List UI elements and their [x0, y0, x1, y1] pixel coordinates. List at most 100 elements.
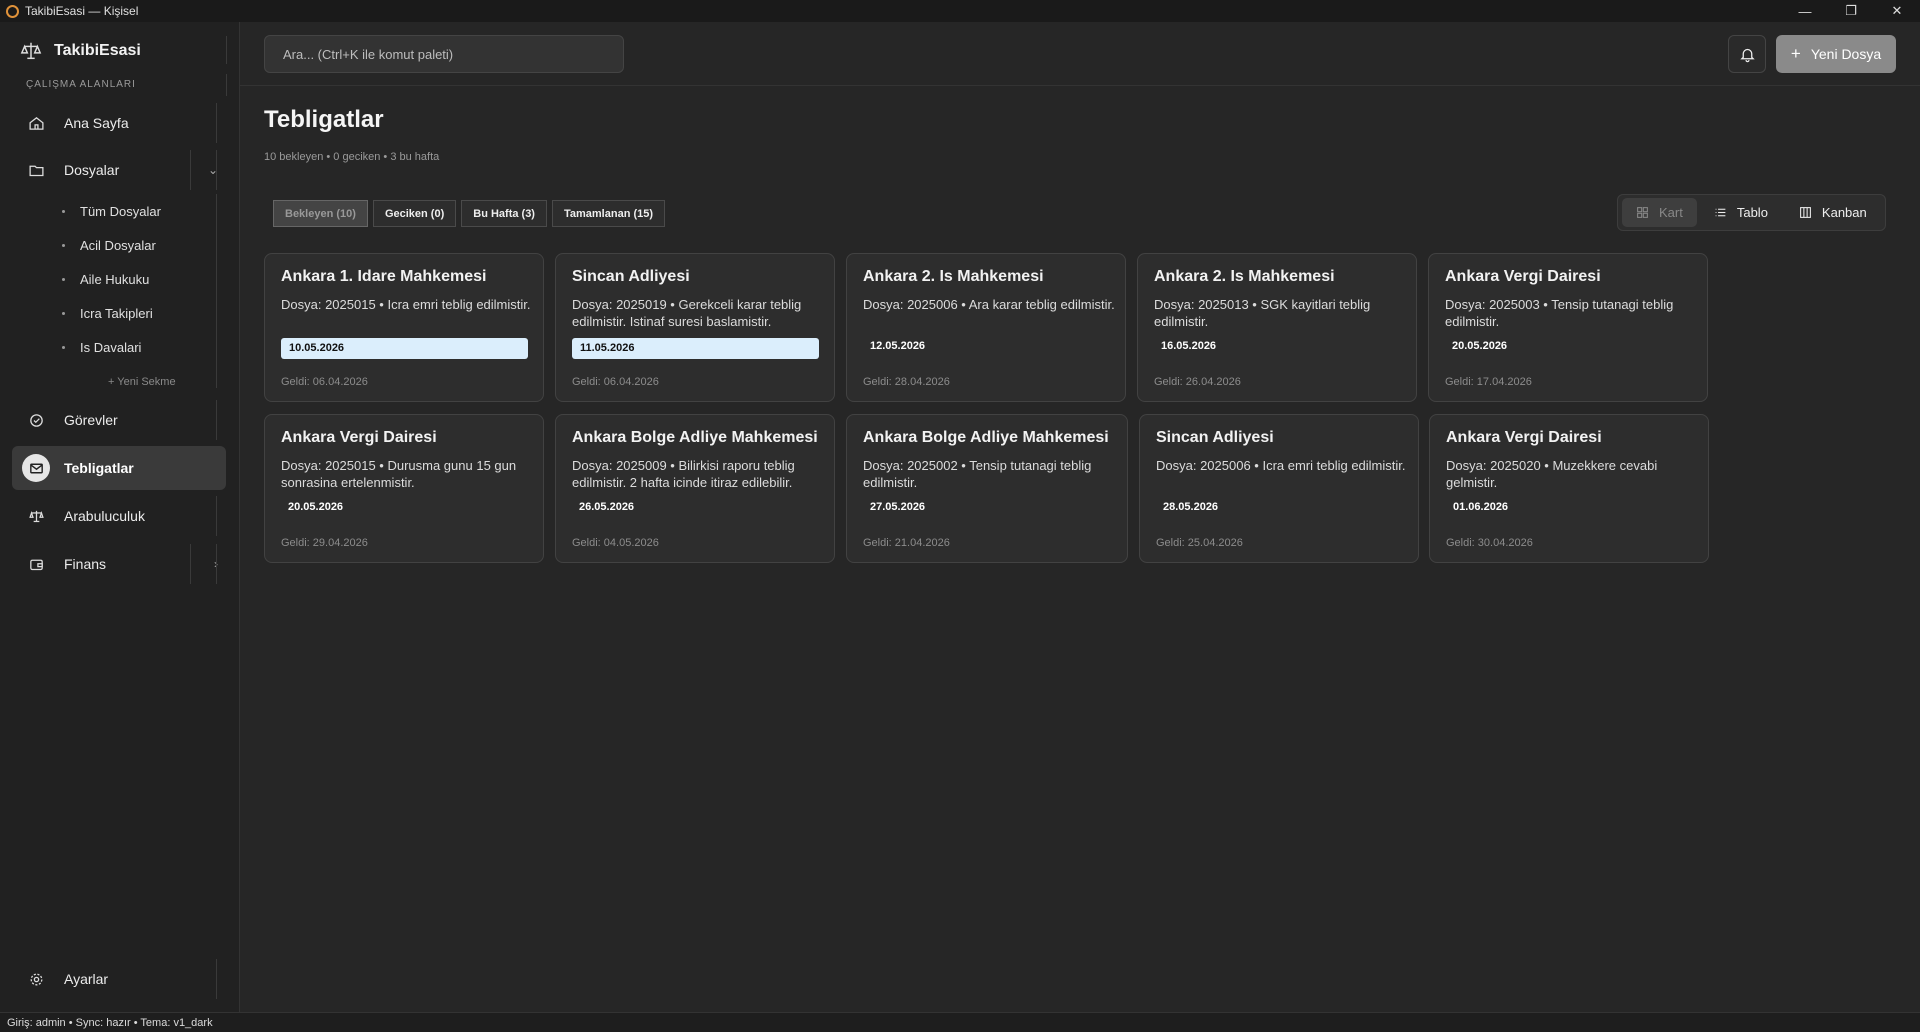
sidebar-item-label: Ana Sayfa	[64, 115, 129, 131]
status-bar: Giriş: admin • Sync: hazır • Tema: v1_da…	[0, 1012, 1920, 1032]
filter-bu-hafta[interactable]: Bu Hafta (3)	[461, 200, 547, 227]
page-title: Tebligatlar	[264, 106, 384, 133]
card-title: Ankara Bolge Adliye Mahkemesi	[572, 429, 818, 446]
notice-card[interactable]: Ankara Vergi Dairesi Dosya: 2025003 • Te…	[1428, 253, 1708, 402]
sidebar-subitem-is-davalari[interactable]: Is Davalari	[62, 332, 141, 362]
new-tab-button[interactable]: + Yeni Sekme	[108, 376, 176, 388]
notice-card[interactable]: Sincan Adliyesi Dosya: 2025006 • Icra em…	[1139, 414, 1419, 563]
filter-geciken[interactable]: Geciken (0)	[372, 200, 457, 227]
card-received: Geldi: 04.05.2026	[572, 537, 659, 549]
card-received: Geldi: 06.04.2026	[281, 376, 368, 388]
card-description: Dosya: 2025020 • Muzekkere cevabi gelmis…	[1446, 458, 1658, 490]
card-due-date: 26.05.2026	[579, 501, 635, 513]
notice-card[interactable]: Ankara 2. Is Mahkemesi Dosya: 2025013 • …	[1137, 253, 1417, 402]
sidebar-item-label: Arabuluculuk	[64, 508, 145, 524]
search-input[interactable]: Ara... (Ctrl+K ile komut paleti)	[264, 35, 624, 73]
close-button[interactable]: ✕	[1874, 0, 1920, 22]
card-description: Dosya: 2025002 • Tensip tutanagi teblig …	[863, 458, 1092, 490]
card-received: Geldi: 21.04.2026	[863, 537, 950, 549]
section-label: ÇALIŞMA ALANLARI	[26, 79, 136, 90]
sidebar-item-tebligatlar[interactable]: Tebligatlar	[12, 446, 226, 490]
bell-icon	[1739, 48, 1755, 62]
card-description: Dosya: 2025006 • Ara karar teblig edilmi…	[863, 297, 1115, 312]
card-due-date: 20.05.2026	[1452, 340, 1508, 352]
sidebar-item-label: Tebligatlar	[64, 460, 134, 476]
card-description: Dosya: 2025015 • Durusma gunu 15 gun son…	[281, 458, 517, 490]
card-title: Ankara Vergi Dairesi	[281, 429, 437, 446]
filter-bekleyen[interactable]: Bekleyen (10)	[273, 200, 368, 227]
card-description: Dosya: 2025006 • Icra emri teblig edilmi…	[1156, 458, 1406, 473]
card-title: Ankara Vergi Dairesi	[1445, 268, 1601, 285]
notice-card[interactable]: Ankara 1. Idare Mahkemesi Dosya: 2025015…	[264, 253, 544, 402]
card-due-date: 11.05.2026	[572, 338, 819, 359]
card-description: Dosya: 2025009 • Bilirkisi raporu teblig…	[572, 458, 795, 490]
card-due-date: 28.05.2026	[1163, 501, 1219, 513]
gear-icon	[26, 969, 46, 989]
window-title: TakibiEsasi — Kişisel	[25, 4, 139, 18]
sidebar-subitem-icra-takipleri[interactable]: Icra Takipleri	[62, 298, 153, 328]
sidebar-item-dosyalar[interactable]: Dosyalar ⌄	[12, 148, 226, 192]
sidebar-item-label: Görevler	[64, 412, 118, 428]
sidebar-item-label: Finans	[64, 556, 107, 572]
card-description: Dosya: 2025015 • Icra emri teblig edilmi…	[281, 297, 531, 312]
sidebar-item-ana-sayfa[interactable]: Ana Sayfa	[12, 101, 226, 145]
grid-icon	[1637, 207, 1648, 218]
notice-card[interactable]: Ankara Vergi Dairesi Dosya: 2025015 • Du…	[264, 414, 544, 563]
card-title: Sincan Adliyesi	[1156, 429, 1274, 446]
view-tablo[interactable]: Tablo	[1700, 198, 1782, 227]
folder-icon	[26, 160, 46, 180]
card-due-date: 10.05.2026	[281, 338, 528, 359]
card-received: Geldi: 26.04.2026	[1154, 376, 1241, 388]
card-description: Dosya: 2025003 • Tensip tutanagi teblig …	[1445, 297, 1674, 329]
sidebar-subitem-aile-hukuku[interactable]: Aile Hukuku	[62, 264, 149, 294]
card-due-date: 20.05.2026	[288, 501, 344, 513]
card-description: Dosya: 2025019 • Gerekceli karar teblig …	[572, 297, 802, 329]
sidebar-item-arabuluculuk[interactable]: Arabuluculuk	[12, 494, 226, 538]
topbar: Ara... (Ctrl+K ile komut paleti) + Yeni …	[240, 22, 1920, 86]
sidebar-item-ayarlar[interactable]: Ayarlar	[12, 957, 226, 1001]
card-due-date: 01.06.2026	[1453, 501, 1509, 513]
plus-icon: +	[1790, 44, 1801, 63]
minimize-button[interactable]: —	[1782, 0, 1828, 22]
card-received: Geldi: 30.04.2026	[1446, 537, 1533, 549]
notice-card[interactable]: Ankara Bolge Adliye Mahkemesi Dosya: 202…	[846, 414, 1128, 563]
sidebar-item-finans[interactable]: Finans ›	[12, 542, 226, 586]
notice-card[interactable]: Ankara Vergi Dairesi Dosya: 2025020 • Mu…	[1429, 414, 1709, 563]
new-file-button[interactable]: + Yeni Dosya	[1776, 35, 1896, 73]
restore-button[interactable]: ❐	[1828, 0, 1874, 22]
view-kart[interactable]: Kart	[1622, 198, 1697, 227]
notifications-button[interactable]	[1728, 35, 1766, 73]
card-description: Dosya: 2025013 • SGK kayitlari teblig ed…	[1154, 297, 1371, 329]
app-icon	[6, 4, 19, 18]
brand[interactable]: TakibiEsasi	[20, 40, 141, 62]
check-circle-icon	[26, 410, 46, 430]
columns-icon	[1800, 207, 1811, 218]
sidebar-subitem-acil-dosyalar[interactable]: Acil Dosyalar	[62, 230, 156, 260]
card-title: Ankara 1. Idare Mahkemesi	[281, 268, 487, 285]
card-title: Ankara Bolge Adliye Mahkemesi	[863, 429, 1109, 446]
card-title: Ankara 2. Is Mahkemesi	[1154, 268, 1335, 285]
page-subtitle: 10 bekleyen • 0 geciken • 3 bu hafta	[264, 151, 440, 163]
sidebar-item-label: Dosyalar	[64, 162, 120, 178]
card-due-date: 16.05.2026	[1161, 340, 1217, 352]
card-title: Ankara 2. Is Mahkemesi	[863, 268, 1044, 285]
filter-tabs: Bekleyen (10) Geciken (0) Bu Hafta (3) T…	[273, 200, 666, 227]
brand-name: TakibiEsasi	[54, 42, 141, 59]
mail-icon	[22, 454, 50, 482]
view-switcher: Kart Tablo Kanban	[1617, 194, 1886, 231]
sidebar: TakibiEsasi ÇALIŞMA ALANLARI Ana Sayfa D…	[0, 22, 240, 1012]
sidebar-subitem-tum-dosyalar[interactable]: Tüm Dosyalar	[62, 196, 161, 226]
view-kanban[interactable]: Kanban	[1785, 198, 1881, 227]
window-titlebar: TakibiEsasi — Kişisel — ❐ ✕	[0, 0, 1920, 22]
sidebar-item-gorevler[interactable]: Görevler	[12, 398, 226, 442]
notice-card[interactable]: Sincan Adliyesi Dosya: 2025019 • Gerekce…	[555, 253, 835, 402]
card-title: Ankara Vergi Dairesi	[1446, 429, 1602, 446]
card-received: Geldi: 06.04.2026	[572, 376, 659, 388]
filter-tamamlanan[interactable]: Tamamlanan (15)	[551, 200, 666, 227]
scales-icon	[20, 42, 42, 60]
card-title: Sincan Adliyesi	[572, 268, 690, 285]
card-due-date: 12.05.2026	[870, 340, 926, 352]
notice-card[interactable]: Ankara 2. Is Mahkemesi Dosya: 2025006 • …	[846, 253, 1126, 402]
card-received: Geldi: 17.04.2026	[1445, 376, 1532, 388]
notice-card[interactable]: Ankara Bolge Adliye Mahkemesi Dosya: 202…	[555, 414, 835, 563]
